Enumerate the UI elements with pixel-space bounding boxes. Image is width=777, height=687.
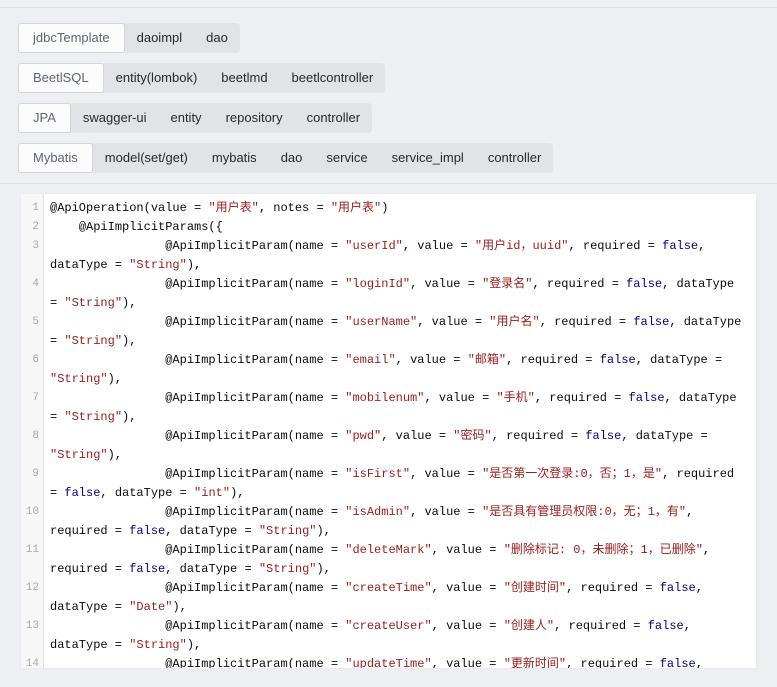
top-divider — [0, 0, 777, 8]
code-line-text: @ApiImplicitParam(name = "userId", value… — [44, 237, 756, 275]
code-line: 3 @ApiImplicitParam(name = "userId", val… — [21, 237, 756, 275]
tab-jdbctemplate[interactable]: jdbcTemplate — [18, 23, 125, 53]
code-line: 14 @ApiImplicitParam(name = "updateTime"… — [21, 655, 756, 669]
code-line-text: @ApiImplicitParam(name = "createUser", v… — [44, 617, 756, 655]
line-number: 4 — [21, 275, 44, 313]
line-number: 11 — [21, 541, 44, 579]
code-line: 1@ApiOperation(value = "用户表", notes = "用… — [21, 199, 756, 218]
tab-jdbctemplate-dao[interactable]: dao — [194, 23, 240, 53]
section-divider — [0, 183, 777, 184]
code-line-text: @ApiImplicitParam(name = "mobilenum", va… — [44, 389, 756, 427]
line-number: 7 — [21, 389, 44, 427]
line-number: 9 — [21, 465, 44, 503]
code-line-text: @ApiImplicitParam(name = "userName", val… — [44, 313, 756, 351]
tab-jpa-entity[interactable]: entity — [158, 103, 213, 133]
tab-beetlsql-entity-lombok[interactable]: entity(lombok) — [104, 63, 210, 93]
line-number: 3 — [21, 237, 44, 275]
line-number: 10 — [21, 503, 44, 541]
code-line-text: @ApiImplicitParam(name = "createTime", v… — [44, 579, 756, 617]
code-line-text: @ApiImplicitParam(name = "loginId", valu… — [44, 275, 756, 313]
template-tab-groups: jdbcTemplatedaoimpldaoBeetlSQLentity(lom… — [0, 8, 777, 173]
line-number: 5 — [21, 313, 44, 351]
code-line-text: @ApiImplicitParam(name = "isAdmin", valu… — [44, 503, 756, 541]
tab-mybatis-mybatis[interactable]: mybatis — [200, 143, 269, 173]
tab-group-jdbctemplate: jdbcTemplatedaoimpldao — [18, 23, 240, 53]
line-number: 2 — [21, 218, 44, 237]
code-line: 7 @ApiImplicitParam(name = "mobilenum", … — [21, 389, 756, 427]
line-number: 13 — [21, 617, 44, 655]
tab-group-jpa: JPAswagger-uientityrepositorycontroller — [18, 103, 372, 133]
code-line-text: @ApiImplicitParam(name = "email", value … — [44, 351, 756, 389]
line-number: 8 — [21, 427, 44, 465]
tab-mybatis[interactable]: Mybatis — [18, 143, 93, 173]
code-line-text: @ApiImplicitParams({ — [44, 218, 756, 237]
line-number: 1 — [21, 199, 44, 218]
tab-mybatis-service[interactable]: service — [314, 143, 379, 173]
code-line: 11 @ApiImplicitParam(name = "deleteMark"… — [21, 541, 756, 579]
tab-group-beetlsql: BeetlSQLentity(lombok)beetlmdbeetlcontro… — [18, 63, 385, 93]
code-line-text: @ApiImplicitParam(name = "updateTime", v… — [44, 655, 756, 669]
tab-beetlsql[interactable]: BeetlSQL — [18, 63, 104, 93]
code-line: 12 @ApiImplicitParam(name = "createTime"… — [21, 579, 756, 617]
tab-group-mybatis: Mybatismodel(set/get)mybatisdaoservicese… — [18, 143, 553, 173]
code-line: 5 @ApiImplicitParam(name = "userName", v… — [21, 313, 756, 351]
tab-beetlsql-beetlmd[interactable]: beetlmd — [209, 63, 279, 93]
tab-jdbctemplate-daoimpl[interactable]: daoimpl — [125, 23, 195, 53]
tab-jpa-repository[interactable]: repository — [214, 103, 295, 133]
code-preview-panel: 1@ApiOperation(value = "用户表", notes = "用… — [20, 193, 757, 669]
code-line: 13 @ApiImplicitParam(name = "createUser"… — [21, 617, 756, 655]
code-line-text: @ApiImplicitParam(name = "isFirst", valu… — [44, 465, 756, 503]
code-line: 10 @ApiImplicitParam(name = "isAdmin", v… — [21, 503, 756, 541]
tab-jpa-swagger-ui[interactable]: swagger-ui — [71, 103, 159, 133]
code-line: 8 @ApiImplicitParam(name = "pwd", value … — [21, 427, 756, 465]
code-line-text: @ApiImplicitParam(name = "pwd", value = … — [44, 427, 756, 465]
line-number: 14 — [21, 655, 44, 669]
tab-mybatis-model-set-get[interactable]: model(set/get) — [93, 143, 200, 173]
code-line-text: @ApiOperation(value = "用户表", notes = "用户… — [44, 199, 756, 218]
tab-mybatis-dao[interactable]: dao — [269, 143, 315, 173]
code-line: 4 @ApiImplicitParam(name = "loginId", va… — [21, 275, 756, 313]
tab-jpa[interactable]: JPA — [18, 103, 71, 133]
code-content[interactable]: 1@ApiOperation(value = "用户表", notes = "用… — [21, 199, 756, 669]
line-number: 6 — [21, 351, 44, 389]
code-generator-page: jdbcTemplatedaoimpldaoBeetlSQLentity(lom… — [0, 0, 777, 669]
code-line: 6 @ApiImplicitParam(name = "email", valu… — [21, 351, 756, 389]
code-line: 9 @ApiImplicitParam(name = "isFirst", va… — [21, 465, 756, 503]
tab-mybatis-service-impl[interactable]: service_impl — [380, 143, 476, 173]
code-line: 2 @ApiImplicitParams({ — [21, 218, 756, 237]
tab-beetlsql-beetlcontroller[interactable]: beetlcontroller — [280, 63, 386, 93]
line-number: 12 — [21, 579, 44, 617]
tab-jpa-controller[interactable]: controller — [295, 103, 372, 133]
tab-mybatis-controller[interactable]: controller — [476, 143, 553, 173]
code-line-text: @ApiImplicitParam(name = "deleteMark", v… — [44, 541, 756, 579]
